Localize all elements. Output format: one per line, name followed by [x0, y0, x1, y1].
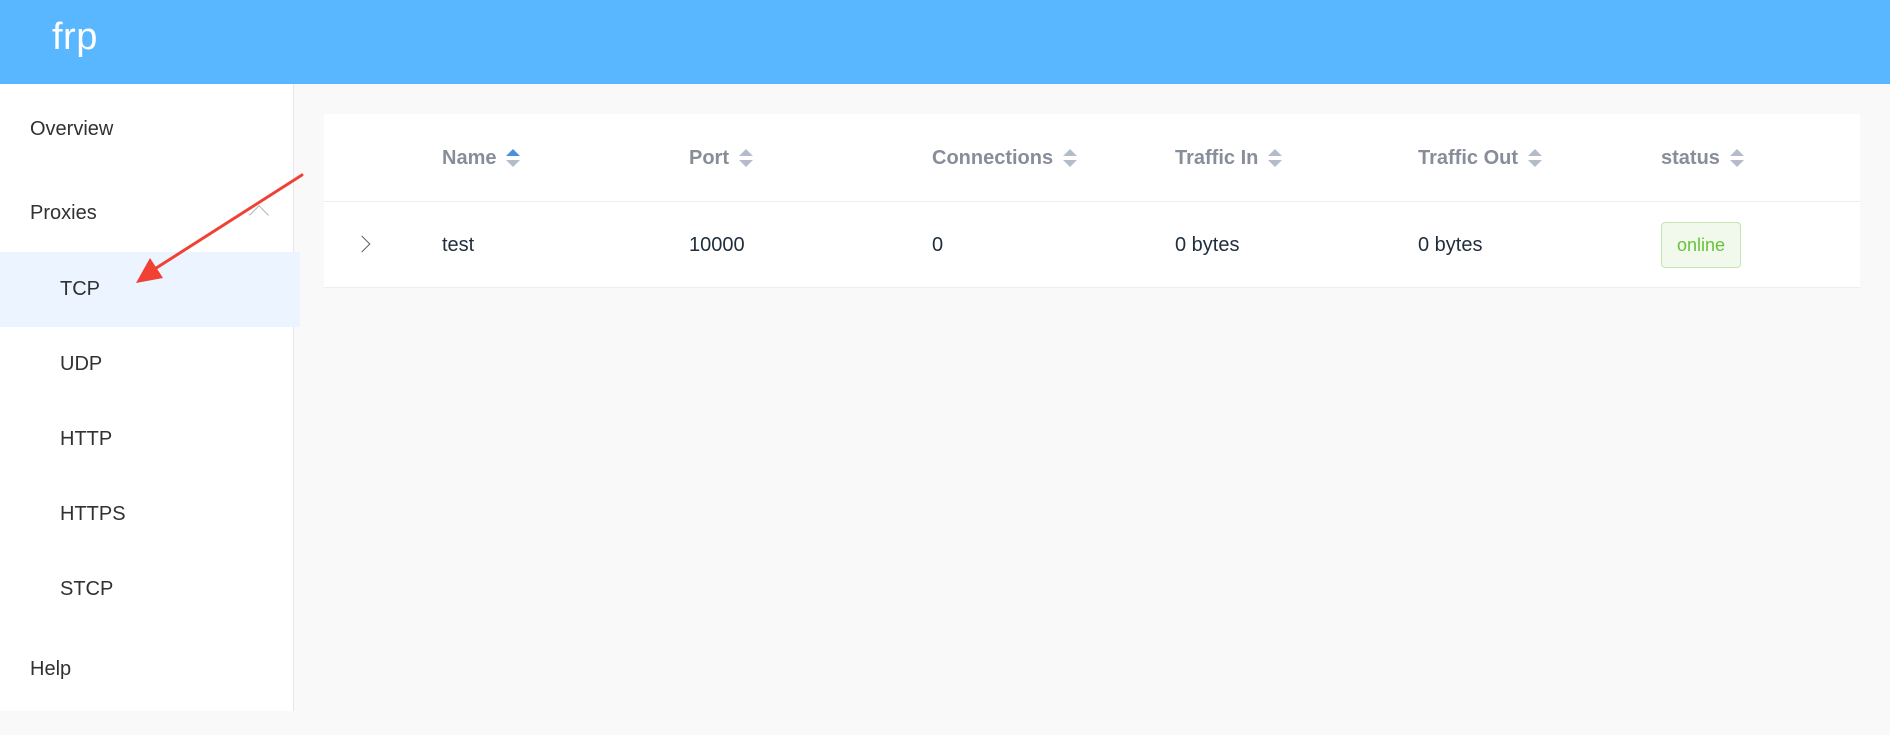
sidebar-menu: Overview Proxies TCP UDP HTTP HTTPS STCP…	[0, 84, 300, 711]
sidebar-item-https[interactable]: HTTPS	[0, 477, 300, 552]
column-header-port[interactable]: Port	[689, 114, 753, 202]
cell-traffic-out: 0 bytes	[1418, 233, 1483, 256]
sidebar-item-tcp[interactable]: TCP	[0, 252, 300, 327]
column-header-connections[interactable]: Connections	[932, 114, 1078, 202]
cell-connections: 0	[932, 233, 944, 256]
top-header: frp	[0, 0, 1890, 84]
column-header-name[interactable]: Name	[442, 114, 521, 202]
sidebar-item-stcp[interactable]: STCP	[0, 552, 300, 627]
column-header-traffic-out[interactable]: Traffic Out	[1418, 114, 1543, 202]
sidebar-item-label: Proxies	[30, 202, 97, 224]
table-header-row: Name Port Connections Traffic In Traffic…	[324, 114, 1860, 202]
sidebar-item-help[interactable]: Help	[0, 632, 300, 707]
sidebar-item-label: HTTP	[60, 428, 113, 450]
status-badge: online	[1661, 222, 1742, 268]
sidebar-item-label: Overview	[30, 118, 114, 140]
sort-caret-icon[interactable]	[1268, 148, 1283, 168]
column-header-traffic-in[interactable]: Traffic In	[1175, 114, 1283, 202]
sidebar-item-udp[interactable]: UDP	[0, 327, 300, 402]
cell-traffic-in: 0 bytes	[1175, 233, 1240, 256]
proxies-table: Name Port Connections Traffic In Traffic…	[324, 114, 1860, 288]
sort-caret-icon[interactable]	[739, 148, 753, 168]
sidebar-submenu-proxies[interactable]: Proxies	[0, 176, 300, 251]
sort-caret-icon[interactable]	[1528, 148, 1543, 168]
sidebar-item-overview[interactable]: Overview	[0, 92, 300, 167]
sort-caret-icon[interactable]	[1063, 148, 1078, 168]
sidebar-item-label: Help	[30, 658, 72, 680]
sort-caret-icon[interactable]	[506, 148, 521, 168]
cell-status: online	[1661, 202, 1742, 288]
sidebar-item-label: HTTPS	[60, 503, 126, 525]
app-logo-title[interactable]: frp	[52, 16, 98, 59]
chevron-up-icon	[249, 205, 269, 225]
main-content: Name Port Connections Traffic In Traffic…	[294, 84, 1890, 735]
column-header-status[interactable]: status	[1661, 114, 1744, 202]
sort-caret-icon[interactable]	[1729, 148, 1744, 168]
sidebar-item-label: STCP	[60, 578, 114, 600]
cell-name: test	[442, 233, 475, 256]
cell-port: 10000	[689, 233, 745, 256]
sidebar-item-label: UDP	[60, 353, 103, 375]
table-row[interactable]: test 10000 0 0 bytes 0 bytes online	[324, 202, 1860, 288]
sidebar-item-label: TCP	[60, 278, 100, 300]
sidebar-item-http[interactable]: HTTP	[0, 402, 300, 477]
chevron-right-icon[interactable]	[353, 235, 371, 253]
